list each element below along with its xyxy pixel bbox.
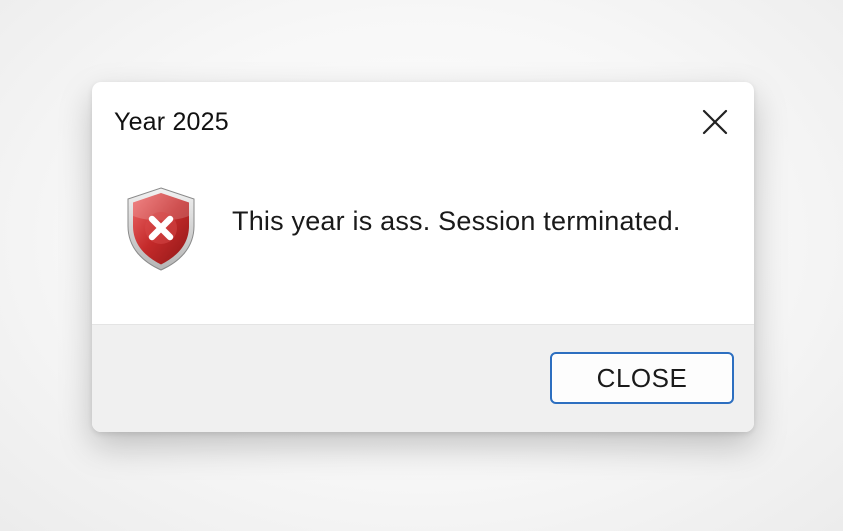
close-button[interactable]: CLOSE xyxy=(550,352,734,404)
error-shield-icon xyxy=(124,186,198,272)
dialog-footer: CLOSE xyxy=(92,324,754,432)
error-dialog: Year 2025 This year is ass. Session term… xyxy=(92,82,754,432)
close-x-glyph xyxy=(702,109,728,135)
dialog-message: This year is ass. Session terminated. xyxy=(232,206,681,236)
dialog-title: Year 2025 xyxy=(114,108,229,136)
close-icon[interactable] xyxy=(690,100,740,144)
